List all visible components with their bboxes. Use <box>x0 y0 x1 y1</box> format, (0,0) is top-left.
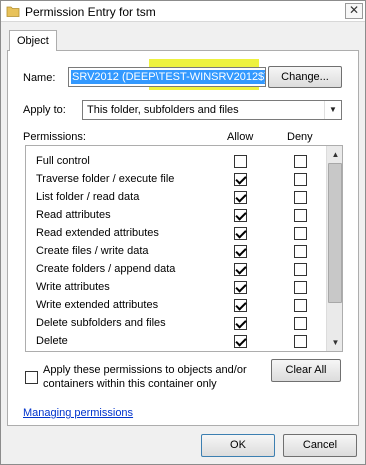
permission-label: Full control <box>36 155 90 167</box>
allow-checkbox[interactable] <box>234 245 247 258</box>
close-icon: ✕ <box>348 3 360 17</box>
permission-label: Create files / write data <box>36 245 149 257</box>
chevron-down-icon[interactable]: ▼ <box>324 101 341 119</box>
window-title: Permission Entry for tsm <box>25 5 156 19</box>
permission-row: Read attributes <box>26 206 326 224</box>
permission-label: Read extended attributes <box>36 227 159 239</box>
deny-checkbox[interactable] <box>294 281 307 294</box>
deny-checkbox[interactable] <box>294 317 307 330</box>
permissions-scrollbar[interactable]: ▲ ▼ <box>326 146 342 351</box>
apply-within-label-line1: Apply these permissions to objects and/o… <box>43 364 247 376</box>
deny-checkbox[interactable] <box>294 209 307 222</box>
managing-permissions-link[interactable]: Managing permissions <box>23 407 133 419</box>
deny-checkbox[interactable] <box>294 263 307 276</box>
scroll-down-icon[interactable]: ▼ <box>327 334 342 351</box>
permission-row: Delete <box>26 332 326 350</box>
allow-checkbox[interactable] <box>234 281 247 294</box>
apply-within-checkbox[interactable] <box>25 371 38 384</box>
allow-checkbox[interactable] <box>234 191 247 204</box>
permissions-list: Full control Traverse folder / execute fi… <box>25 145 343 352</box>
allow-checkbox[interactable] <box>234 227 247 240</box>
allow-header: Allow <box>227 131 254 143</box>
allow-checkbox[interactable] <box>234 263 247 276</box>
permissions-header: Permissions: <box>23 131 86 143</box>
tab-object[interactable]: Object <box>9 30 57 51</box>
permission-label: Delete subfolders and files <box>36 317 166 329</box>
apply-to-value: This folder, subfolders and files <box>87 104 239 116</box>
permission-label: Traverse folder / execute file <box>36 173 175 185</box>
cancel-button[interactable]: Cancel <box>283 434 357 457</box>
change-button[interactable]: Change... <box>268 66 342 88</box>
permission-label: Create folders / append data <box>36 263 176 275</box>
permission-row: List folder / read data <box>26 188 326 206</box>
folder-icon <box>6 6 20 17</box>
deny-checkbox[interactable] <box>294 155 307 168</box>
permission-entry-dialog: Permission Entry for tsm ✕ Object Name: … <box>0 0 366 465</box>
name-label: Name: <box>23 72 56 84</box>
permission-label: Write extended attributes <box>36 299 159 311</box>
allow-checkbox[interactable] <box>234 335 247 348</box>
apply-to-select[interactable]: This folder, subfolders and files ▼ <box>82 100 342 120</box>
permission-label: List folder / read data <box>36 191 140 203</box>
deny-checkbox[interactable] <box>294 245 307 258</box>
allow-checkbox[interactable] <box>234 299 247 312</box>
permission-row: Create files / write data <box>26 242 326 260</box>
scroll-up-icon[interactable]: ▲ <box>327 146 342 163</box>
permission-row: Read extended attributes <box>26 224 326 242</box>
permission-row: Write extended attributes <box>26 296 326 314</box>
apply-within-label-line2: containers within this container only <box>43 378 217 390</box>
title-bar[interactable]: Permission Entry for tsm ✕ <box>1 1 365 22</box>
name-value: SRV2012 (DEEP\TEST-WINSRV2012$) <box>71 70 265 84</box>
permission-label: Write attributes <box>36 281 110 293</box>
permission-row: Delete subfolders and files <box>26 314 326 332</box>
deny-checkbox[interactable] <box>294 299 307 312</box>
name-field[interactable]: SRV2012 (DEEP\TEST-WINSRV2012$) <box>68 67 266 87</box>
close-button[interactable]: ✕ <box>345 3 363 19</box>
allow-checkbox[interactable] <box>234 209 247 222</box>
scroll-thumb[interactable] <box>328 163 342 303</box>
permission-label: Delete <box>36 335 68 347</box>
deny-header: Deny <box>287 131 313 143</box>
tab-object-label: Object <box>17 35 49 47</box>
deny-checkbox[interactable] <box>294 173 307 186</box>
apply-to-label: Apply to: <box>23 104 66 116</box>
deny-checkbox[interactable] <box>294 227 307 240</box>
clear-all-button[interactable]: Clear All <box>271 359 341 382</box>
permission-row: Write attributes <box>26 278 326 296</box>
ok-button[interactable]: OK <box>201 434 275 457</box>
allow-checkbox[interactable] <box>234 173 247 186</box>
permission-row: Full control <box>26 152 326 170</box>
allow-checkbox[interactable] <box>234 317 247 330</box>
deny-checkbox[interactable] <box>294 191 307 204</box>
permission-row: Traverse folder / execute file <box>26 170 326 188</box>
deny-checkbox[interactable] <box>294 335 307 348</box>
allow-checkbox[interactable] <box>234 155 247 168</box>
permission-label: Read attributes <box>36 209 111 221</box>
permission-row: Create folders / append data <box>26 260 326 278</box>
